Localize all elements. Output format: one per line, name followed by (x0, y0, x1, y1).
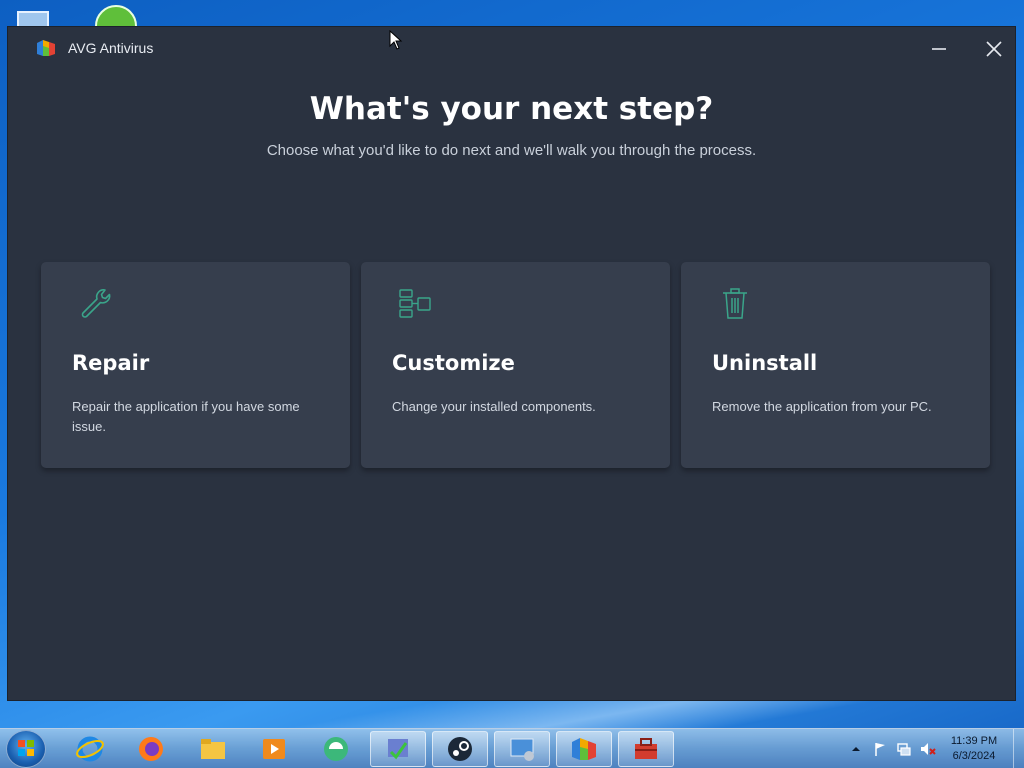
wrench-icon (75, 284, 115, 324)
taskbar-toolbox[interactable] (618, 731, 674, 767)
taskbar-control-panel[interactable] (494, 731, 550, 767)
windows-logo-icon (18, 740, 34, 756)
title-bar[interactable]: AVG Antivirus (8, 27, 1015, 69)
taskbar-internet-explorer[interactable] (62, 731, 118, 767)
minimize-button[interactable] (924, 35, 954, 63)
taskbar-installer[interactable] (370, 731, 426, 767)
close-icon (986, 41, 1002, 57)
show-hidden-icons-icon[interactable] (848, 741, 864, 757)
uninstall-title: Uninstall (712, 351, 818, 375)
page-title: What's your next step? (309, 91, 714, 127)
clock-time: 11:39 PM (950, 735, 998, 747)
uninstall-description: Remove the application from your PC. (712, 399, 932, 414)
taskbar-file-explorer[interactable] (185, 731, 241, 767)
taskbar-media-player[interactable] (246, 731, 302, 767)
green-app-icon (324, 737, 348, 761)
page-subtitle: Choose what you'd like to do next and we… (266, 142, 757, 159)
taskbar-avg[interactable] (556, 731, 612, 767)
installer-icon (388, 739, 408, 760)
taskbar-steam[interactable] (432, 731, 488, 767)
customize-card[interactable]: Customize Change your installed componen… (361, 262, 670, 468)
customize-title: Customize (392, 351, 515, 375)
network-icon[interactable] (896, 741, 912, 757)
file-explorer-icon (201, 739, 225, 759)
taskbar-green-app[interactable] (308, 731, 364, 767)
steam-icon (448, 737, 472, 761)
window-title: AVG Antivirus (68, 40, 154, 56)
mouse-cursor-icon (389, 30, 403, 50)
repair-card[interactable]: Repair Repair the application if you hav… (41, 262, 350, 468)
media-player-icon (263, 739, 285, 759)
show-desktop-button[interactable] (1013, 729, 1024, 768)
close-button[interactable] (979, 35, 1009, 63)
action-center-flag-icon[interactable] (872, 741, 888, 757)
repair-description: Repair the application if you have some … (72, 399, 300, 434)
taskbar: 11:39 PM 6/3/2024 (0, 728, 1024, 768)
clock-date: 6/3/2024 (952, 750, 996, 762)
firefox-icon (139, 737, 163, 761)
components-icon (395, 284, 435, 324)
avg-logo-icon (36, 38, 56, 58)
uninstall-card[interactable]: Uninstall Remove the application from yo… (681, 262, 990, 468)
avg-icon (572, 738, 596, 760)
internet-explorer-icon (76, 736, 104, 762)
control-panel-icon (510, 738, 534, 761)
volume-muted-icon[interactable] (920, 741, 936, 757)
system-tray (844, 729, 940, 768)
taskbar-firefox[interactable] (123, 731, 179, 767)
customize-description: Change your installed components. (392, 399, 596, 414)
start-button[interactable] (6, 730, 46, 768)
taskbar-clock[interactable]: 11:39 PM 6/3/2024 (940, 734, 1008, 764)
toolbox-icon (635, 738, 657, 759)
trash-icon (715, 284, 755, 324)
repair-title: Repair (72, 351, 150, 375)
avg-antivirus-window: AVG Antivirus What's your next step? Cho… (7, 26, 1016, 701)
